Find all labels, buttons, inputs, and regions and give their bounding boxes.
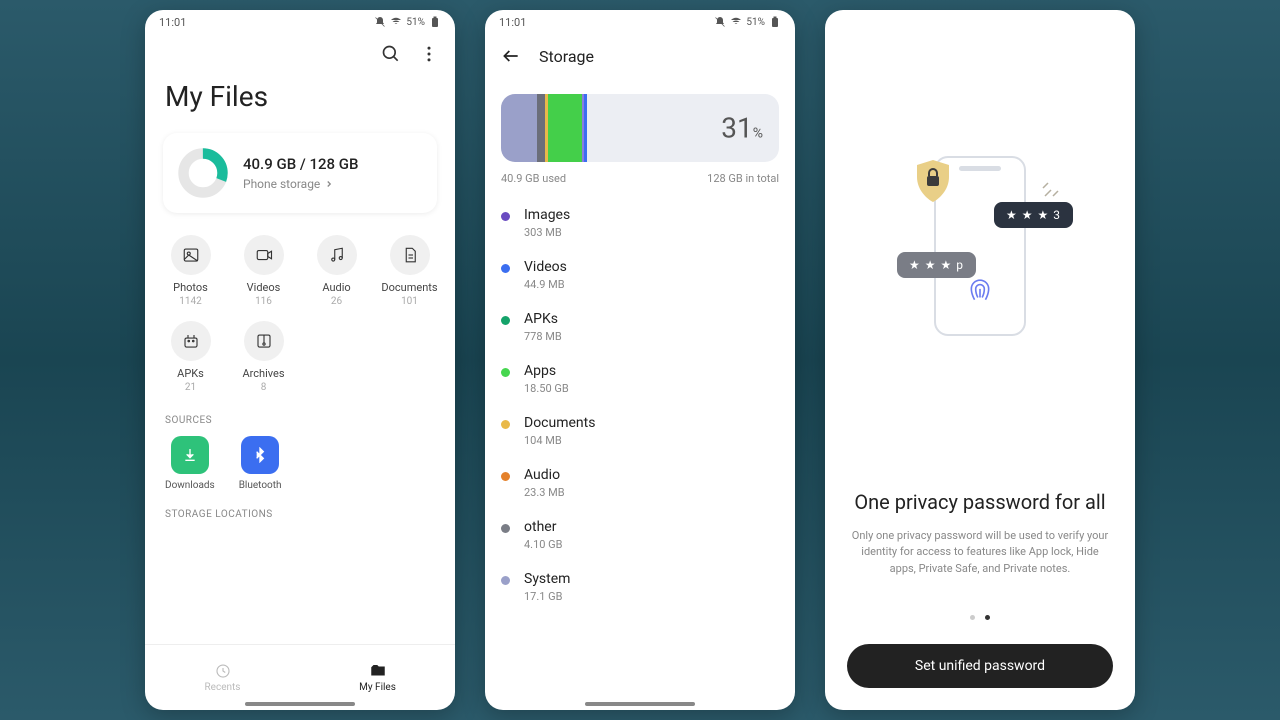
storage-card[interactable]: 40.9 GB / 128 GB Phone storage xyxy=(163,133,437,213)
storage-locations-label: STORAGE LOCATIONS xyxy=(145,495,455,526)
storage-sub: Phone storage xyxy=(243,177,358,191)
breakdown-other[interactable]: other4.10 GB xyxy=(501,509,779,561)
bell-off-icon xyxy=(374,16,386,28)
color-dot xyxy=(501,472,510,481)
battery-text: 51% xyxy=(406,17,425,28)
segment xyxy=(584,94,587,162)
back-icon[interactable] xyxy=(501,46,521,66)
storage-pct: 31% xyxy=(721,112,763,145)
category-apks[interactable]: APKs21 xyxy=(155,317,226,397)
battery-icon xyxy=(769,16,781,28)
breakdown-documents[interactable]: Documents104 MB xyxy=(501,405,779,457)
category-documents[interactable]: Documents101 xyxy=(374,231,445,311)
search-icon[interactable] xyxy=(381,44,401,64)
music-icon xyxy=(317,235,357,275)
color-dot xyxy=(501,212,510,221)
video-icon xyxy=(244,235,284,275)
color-dot xyxy=(501,524,510,533)
toolbar xyxy=(145,34,455,74)
more-icon[interactable] xyxy=(419,44,439,64)
apk-icon xyxy=(171,321,211,361)
page-title: My Files xyxy=(145,74,455,127)
color-dot xyxy=(501,368,510,377)
segment xyxy=(537,94,545,162)
nav-myfiles[interactable]: My Files xyxy=(300,645,455,710)
sources-row: Downloads Bluetooth xyxy=(145,432,455,495)
password-bubble-2: ★ ★ ★ p xyxy=(897,252,976,278)
chevron-right-icon xyxy=(324,179,334,189)
privacy-screen: ★ ★ ★ 3 ★ ★ ★ p One privacy password for… xyxy=(825,10,1135,710)
status-bar: 11:01 51% xyxy=(485,10,795,34)
storage-title: Storage xyxy=(539,47,594,66)
category-photos[interactable]: Photos1142 xyxy=(155,231,226,311)
clock: 11:01 xyxy=(499,16,526,29)
fingerprint-icon xyxy=(967,278,993,304)
doc-icon xyxy=(390,235,430,275)
storage-summary: 40.9 GB used128 GB in total xyxy=(485,168,795,197)
breakdown-images[interactable]: Images303 MB xyxy=(501,197,779,249)
page-dots xyxy=(825,597,1135,638)
battery-text: 51% xyxy=(746,17,765,28)
illustration: ★ ★ ★ 3 ★ ★ ★ p xyxy=(825,10,1135,489)
bell-off-icon xyxy=(714,16,726,28)
color-dot xyxy=(501,420,510,429)
nav-recents[interactable]: Recents xyxy=(145,645,300,710)
color-dot xyxy=(501,316,510,325)
wifi-icon xyxy=(390,16,402,28)
bluetooth-icon xyxy=(241,436,279,474)
privacy-desc: Only one privacy password will be used t… xyxy=(825,516,1135,598)
category-archives[interactable]: Archives8 xyxy=(228,317,299,397)
status-bar: 11:01 51% xyxy=(145,10,455,34)
status-icons: 51% xyxy=(374,16,441,28)
storage-screen: 11:01 51% Storage 31% 40.9 GB used128 GB… xyxy=(485,10,795,710)
nav-handle[interactable] xyxy=(585,702,695,706)
clock: 11:01 xyxy=(159,16,186,29)
category-grid: Photos1142Videos116Audio26Documents101 AP… xyxy=(145,227,455,401)
breakdown-system[interactable]: System17.1 GB xyxy=(501,561,779,613)
storage-used: 40.9 GB / 128 GB xyxy=(243,155,358,173)
dot-1[interactable] xyxy=(970,615,975,620)
nav-handle[interactable] xyxy=(245,702,355,706)
archive-icon xyxy=(244,321,284,361)
image-icon xyxy=(171,235,211,275)
my-files-screen: 11:01 51% My Files 40.9 GB / 128 GB Phon… xyxy=(145,10,455,710)
source-downloads[interactable]: Downloads xyxy=(165,436,215,491)
color-dot xyxy=(501,264,510,273)
privacy-title: One privacy password for all xyxy=(825,489,1135,516)
wifi-icon xyxy=(730,16,742,28)
dot-2[interactable] xyxy=(985,615,990,620)
breakdown-apps[interactable]: Apps18.50 GB xyxy=(501,353,779,405)
breakdown-audio[interactable]: Audio23.3 MB xyxy=(501,457,779,509)
password-bubble-1: ★ ★ ★ 3 xyxy=(994,202,1073,228)
source-bluetooth[interactable]: Bluetooth xyxy=(239,436,282,491)
battery-icon xyxy=(429,16,441,28)
shield-icon xyxy=(913,158,953,204)
breakdown-list: Images303 MBVideos44.9 MBAPKs778 MBApps1… xyxy=(485,197,795,613)
storage-donut xyxy=(177,147,229,199)
spark-lines xyxy=(1041,176,1063,198)
breakdown-videos[interactable]: Videos44.9 MB xyxy=(501,249,779,301)
storage-header: Storage xyxy=(485,34,795,78)
segment xyxy=(501,94,537,162)
segment xyxy=(548,94,581,162)
storage-bar: 31% xyxy=(501,94,779,162)
sources-label: SOURCES xyxy=(145,401,455,432)
bottom-nav: Recents My Files xyxy=(145,644,455,710)
status-icons: 51% xyxy=(714,16,781,28)
set-password-button[interactable]: Set unified password xyxy=(847,644,1113,688)
color-dot xyxy=(501,576,510,585)
category-audio[interactable]: Audio26 xyxy=(301,231,372,311)
download-icon xyxy=(171,436,209,474)
category-videos[interactable]: Videos116 xyxy=(228,231,299,311)
breakdown-apks[interactable]: APKs778 MB xyxy=(501,301,779,353)
